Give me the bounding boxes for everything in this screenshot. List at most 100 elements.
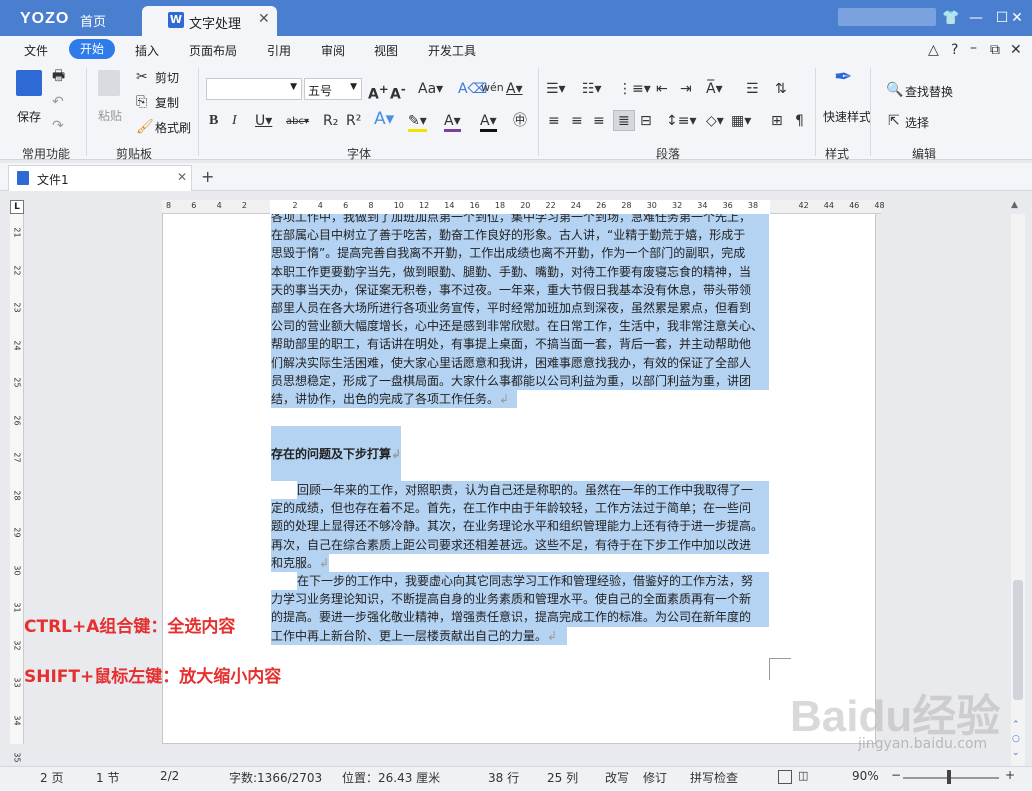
home-tab[interactable]: 首页 <box>80 11 106 30</box>
next-page-icon[interactable]: ⌄ <box>1012 748 1020 758</box>
status-col[interactable]: 25 列 <box>547 769 578 786</box>
menu-reference[interactable]: 引用 <box>267 42 291 59</box>
status-pages[interactable]: 2/2 <box>160 769 179 783</box>
find-replace-icon[interactable]: 🔍 <box>886 82 903 98</box>
zoom-slider-handle[interactable] <box>947 770 951 784</box>
align-left-icon[interactable]: ≡ <box>548 113 560 129</box>
status-position[interactable]: 位置：26.43 厘米 <box>342 769 440 786</box>
text-effect-icon[interactable]: A▾ <box>374 111 394 128</box>
sort-icon[interactable]: ⇅ <box>775 81 787 97</box>
align-right-icon[interactable]: ≡ <box>593 113 605 129</box>
format-painter-button[interactable]: 格式刷 <box>155 119 191 136</box>
close-tab-icon[interactable]: ✕ <box>258 11 270 27</box>
status-spellcheck[interactable]: 拼写检查 <box>690 769 738 786</box>
char-border-icon[interactable]: A▾ <box>506 81 523 97</box>
grow-font-icon[interactable]: A+ <box>368 81 389 103</box>
justify-button[interactable]: ≣ <box>613 110 635 131</box>
save-icon[interactable] <box>16 70 42 96</box>
superscript-icon[interactable]: R² <box>346 113 361 129</box>
show-marks-icon[interactable]: ¶ <box>795 113 804 129</box>
status-page[interactable]: 2 页 <box>40 769 63 786</box>
line-spacing-icon[interactable]: ↕≡▾ <box>666 113 697 129</box>
align-center-icon[interactable]: ≡ <box>571 113 583 129</box>
account-area[interactable] <box>838 8 936 26</box>
zoom-slider[interactable] <box>903 777 999 779</box>
italic-icon[interactable]: I <box>232 113 237 129</box>
select-icon[interactable]: ⇱ <box>888 113 900 129</box>
new-tab-button[interactable]: + <box>201 167 214 186</box>
prev-page-icon[interactable]: ⌃ <box>1012 720 1020 730</box>
shrink-font-icon[interactable]: A- <box>390 81 406 103</box>
char-shading-icon[interactable]: A▾ <box>480 113 497 132</box>
find-replace-button[interactable]: 查找替换 <box>905 83 953 100</box>
highlight-icon[interactable]: ✎▾ <box>408 113 427 132</box>
quick-style-button[interactable]: 快速样式 <box>823 108 871 125</box>
copy-icon[interactable]: ⎘ <box>136 94 147 110</box>
menu-view[interactable]: 视图 <box>374 42 398 59</box>
menu-insert[interactable]: 插入 <box>135 42 159 59</box>
distribute-icon[interactable]: ⊟ <box>640 113 652 129</box>
collapse-ribbon-icon[interactable]: △ <box>928 42 939 58</box>
save-button[interactable]: 保存 <box>17 108 41 125</box>
print-icon[interactable]: 🖶 <box>52 68 65 84</box>
menu-page-layout[interactable]: 页面布局 <box>189 42 237 59</box>
multilevel-list-icon[interactable]: ⋮≡▾ <box>618 81 651 97</box>
zoom-out-icon[interactable]: − <box>891 768 901 782</box>
chinese-layout-icon[interactable]: ☲ <box>746 81 759 97</box>
status-overwrite[interactable]: 改写 <box>605 769 629 786</box>
borders-icon[interactable]: ▦▾ <box>731 113 751 129</box>
ribbon-close-icon[interactable]: ✕ <box>1010 42 1022 58</box>
help-icon[interactable]: ? <box>951 42 958 58</box>
tab-selector[interactable]: L <box>10 200 24 214</box>
status-section[interactable]: 1 节 <box>96 769 119 786</box>
cut-button[interactable]: 剪切 <box>155 69 179 86</box>
cut-icon[interactable]: ✂ <box>136 69 148 85</box>
close-window-button[interactable]: ✕ <box>1005 6 1029 30</box>
paste-button[interactable]: 粘贴 <box>98 107 122 124</box>
decrease-indent-icon[interactable]: ⇤ <box>656 81 668 97</box>
status-row[interactable]: 38 行 <box>488 769 519 786</box>
vertical-ruler[interactable]: 21 22 23 24 25 26 27 28 29 30 31 32 33 34 35 <box>10 214 24 763</box>
document-tab[interactable]: 文件1 ✕ <box>8 165 192 191</box>
redo-icon[interactable]: ↷ <box>52 118 64 134</box>
horizontal-ruler[interactable]: 8 6 4 2 2 4 6 8 10 12 14 16 18 20 22 24 26 28 30 32 34 36 38 42… <box>162 200 885 214</box>
increase-indent-icon[interactable]: ⇥ <box>680 81 692 97</box>
menu-developer[interactable]: 开发工具 <box>428 42 476 59</box>
scrollbar-thumb[interactable] <box>1013 580 1023 700</box>
subscript-icon[interactable]: R₂ <box>323 113 338 129</box>
select-browse-icon[interactable]: ○ <box>1012 734 1020 744</box>
web-view-icon[interactable]: ◫ <box>798 769 808 782</box>
table-icon[interactable]: ⊞ <box>771 113 783 129</box>
zoom-in-icon[interactable]: + <box>1005 768 1015 782</box>
doc-app-tab[interactable]: W 文字处理 ✕ <box>142 6 277 36</box>
undo-icon[interactable]: ↶ <box>52 94 64 110</box>
font-name-select[interactable]: ▼ <box>206 78 302 100</box>
status-revise[interactable]: 修订 <box>643 769 667 786</box>
scroll-up-icon[interactable]: ▲ <box>1011 200 1018 210</box>
underline-icon[interactable]: U▾ <box>255 113 272 129</box>
enclose-char-icon[interactable]: ㊥ <box>513 113 527 129</box>
numbered-list-icon[interactable]: ☷▾ <box>582 81 602 97</box>
char-scale-icon[interactable]: A̅▾ <box>706 81 723 97</box>
menu-file[interactable]: 文件 <box>24 42 48 59</box>
zoom-level[interactable]: 90% <box>852 769 879 783</box>
strikethrough-icon[interactable]: abc▾ <box>286 114 309 130</box>
select-button[interactable]: 选择 <box>905 114 929 131</box>
bullet-list-icon[interactable]: ☰▾ <box>546 81 566 97</box>
minimize-button[interactable]: — <box>964 6 988 30</box>
copy-button[interactable]: 复制 <box>155 94 179 111</box>
quick-style-icon[interactable]: ✒ <box>834 67 852 89</box>
menu-start[interactable]: 开始 <box>69 39 115 59</box>
format-painter-icon[interactable]: 🖌 <box>136 119 154 135</box>
bold-icon[interactable]: B <box>209 113 218 129</box>
font-size-select[interactable]: 五号 ▼ <box>304 78 362 100</box>
menu-review[interactable]: 审阅 <box>321 42 345 59</box>
close-doc-icon[interactable]: ✕ <box>177 170 187 184</box>
skin-icon[interactable]: 👕 <box>939 6 963 30</box>
restore-icon[interactable]: ⧉ <box>990 42 1000 58</box>
change-case-icon[interactable]: Aa▾ <box>418 81 443 97</box>
status-wordcount[interactable]: 字数:1366/2703 <box>229 769 322 786</box>
page-view-icon[interactable] <box>778 770 792 784</box>
ribbon-minimize-icon[interactable]: – <box>970 40 977 56</box>
paste-icon[interactable] <box>98 70 120 96</box>
